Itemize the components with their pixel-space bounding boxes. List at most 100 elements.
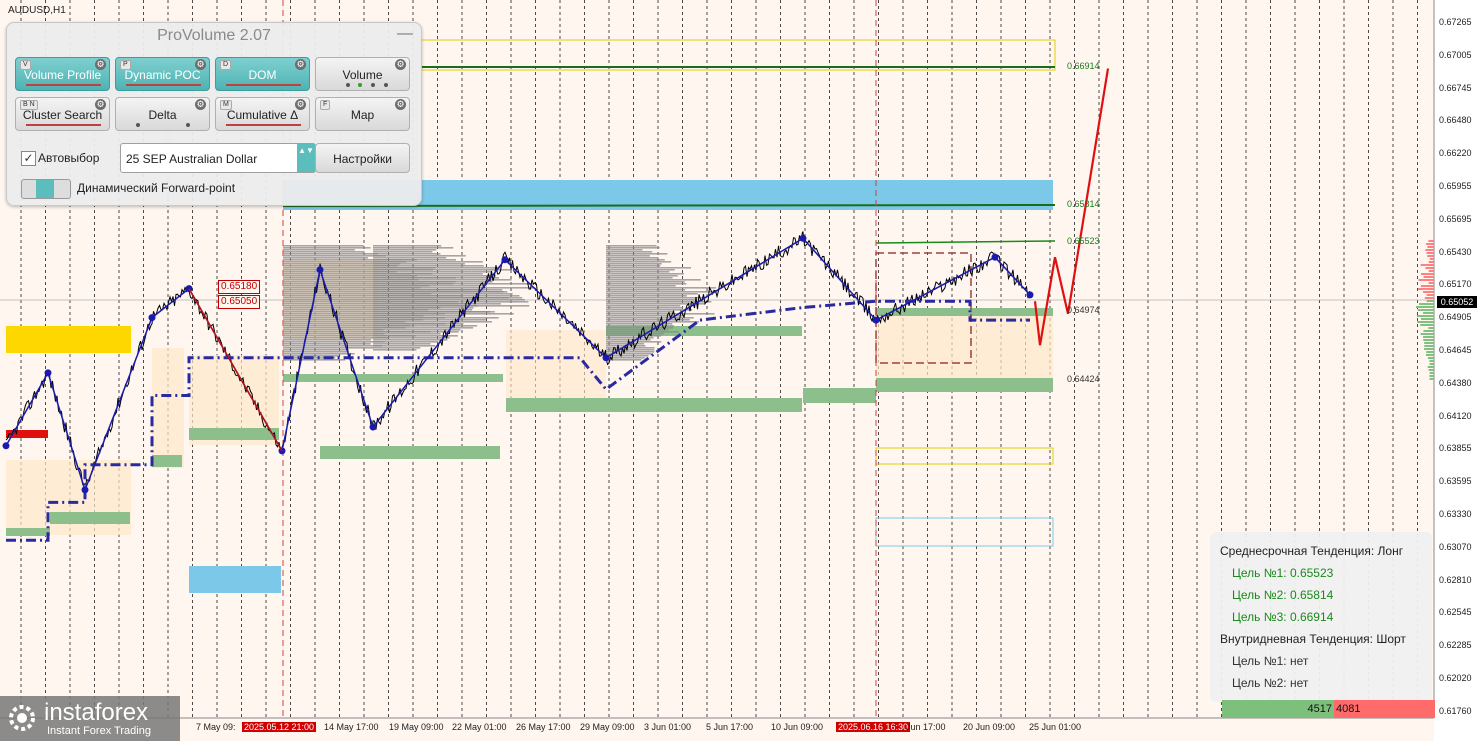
autoselect-checkbox[interactable]: ✓ [21, 151, 36, 166]
price-tick: 0.66480 [1439, 115, 1472, 126]
hotkey-badge: V [20, 60, 31, 70]
volume-profile-bar [606, 251, 653, 253]
volume-profile-bar [373, 309, 473, 311]
dom-bar [1426, 243, 1434, 245]
dom-bar [1417, 309, 1434, 311]
date-tick: 7 May 09: [196, 722, 236, 732]
minimize-button[interactable]: — [397, 25, 413, 43]
autoselect-label: Автовыбор [38, 151, 100, 165]
volume-profile-bar [606, 281, 685, 283]
volume-button[interactable]: ⚙ Volume [315, 57, 410, 91]
volume-profile-bar [373, 265, 484, 267]
dom-bar [1423, 339, 1434, 341]
map-button[interactable]: F ⚙ Map [315, 97, 410, 131]
delta-button[interactable]: ⚙ Delta [115, 97, 210, 131]
instrument-select[interactable]: 25 SEP Australian Dollar ▲▼ [120, 143, 316, 173]
mid-target-3: Цель №3: 0.66914 [1232, 610, 1334, 624]
volume-profile-bar [373, 285, 487, 287]
cluster-search-button[interactable]: B N ⚙ Cluster Search [15, 97, 110, 131]
gear-icon[interactable]: ⚙ [195, 99, 206, 110]
volume-profile-bar [606, 335, 661, 337]
dom-bar [1427, 357, 1434, 359]
gear-icon[interactable]: ⚙ [95, 59, 106, 70]
gear-icon[interactable]: ⚙ [295, 99, 306, 110]
panel-title: ProVolume 2.07 [157, 27, 271, 44]
volume-profile-bar [373, 307, 474, 309]
price-tick: 0.63070 [1439, 541, 1472, 552]
gear-icon[interactable]: ⚙ [395, 59, 406, 70]
instrument-value: 25 SEP Australian Dollar [126, 152, 258, 166]
dom-bar [1427, 366, 1434, 368]
dom-bar [1428, 261, 1434, 263]
gear-icon[interactable]: ⚙ [195, 59, 206, 70]
gear-icon[interactable]: ⚙ [395, 99, 406, 110]
dom-bar [1428, 327, 1434, 329]
volume-profile-bar [283, 337, 388, 339]
price-tick: 0.67005 [1439, 49, 1472, 60]
volume-profile-bar [373, 271, 492, 273]
volume-profile-bar [283, 341, 385, 343]
level-label: 0.64974 [1067, 305, 1100, 315]
level-label: 0.64424 [1067, 374, 1100, 384]
volume-profile-bar [606, 317, 694, 319]
zigzag-point [278, 447, 286, 455]
red-price-label: 0.65050 [218, 295, 261, 309]
volume-profile-bar [373, 289, 484, 291]
volume-profile-bar [373, 319, 486, 321]
volume-profile-bar [373, 325, 478, 327]
spin-arrows-icon[interactable]: ▲▼ [297, 144, 315, 172]
volume-profile-bar [373, 291, 504, 293]
volume-profile-button[interactable]: V ⚙ Volume Profile [15, 57, 110, 91]
volume-profile-bar [373, 349, 417, 351]
price-tick: 0.63855 [1439, 443, 1472, 454]
price-tick: 0.66745 [1439, 82, 1472, 93]
volume-profile-bar [606, 271, 670, 273]
dom-bar [1420, 324, 1434, 326]
volume-profile-bar [373, 331, 459, 333]
volume-profile-bar [606, 257, 659, 259]
zigzag-point [501, 256, 509, 264]
volume-profile-bar [373, 347, 421, 349]
dynamic-poc-button[interactable]: P ⚙ Dynamic POC [115, 57, 210, 91]
date-tick: 5 Jun 17:00 [706, 722, 754, 732]
zigzag-point [185, 285, 193, 293]
volume-profile-bar [373, 277, 500, 279]
settings-button[interactable]: Настройки [315, 143, 410, 173]
zigzag-point [2, 442, 10, 450]
cumulative-delta-button[interactable]: M ⚙ Cumulative Δ [215, 97, 310, 131]
date-tick: 2025.05.12 21:00 [242, 722, 317, 732]
gear-icon[interactable]: ⚙ [95, 99, 106, 110]
volume-profile-bar [606, 283, 687, 285]
volume-profile-bar [606, 259, 665, 261]
dom-bar [1423, 312, 1434, 314]
volume-profile-bar [606, 325, 674, 327]
volume-profile-bar [373, 303, 501, 305]
price-tick: 0.64645 [1439, 345, 1472, 355]
volume-profile-bar [373, 293, 513, 295]
gear-icon[interactable]: ⚙ [295, 59, 306, 70]
dom-button[interactable]: D ⚙ DOM [215, 57, 310, 91]
dom-bar [1426, 351, 1434, 353]
forward-point-label: Динамический Forward-point [77, 181, 236, 195]
zigzag-point [1026, 291, 1034, 299]
instaforex-logo: instaforex Instant Forex Trading [0, 696, 180, 741]
dom-bar [1429, 363, 1434, 365]
price-tick: 0.66220 [1439, 148, 1472, 159]
volume-profile-bar [606, 263, 662, 265]
volume-profile-bar [373, 247, 454, 249]
logo-tagline: Instant Forex Trading [47, 725, 151, 737]
price-tick: 0.63595 [1439, 476, 1472, 487]
volume-profile-bar [606, 261, 672, 263]
button-label: Delta [148, 108, 177, 122]
dom-bar [1429, 375, 1434, 377]
volume-profile-bar [373, 299, 525, 301]
volume-profile-bar [373, 273, 483, 275]
volume-profile-bar [373, 321, 492, 323]
button-label: Volume Profile [23, 68, 102, 82]
volume-profile-bar [606, 297, 705, 299]
button-label: Volume [342, 68, 383, 82]
volume-profile-bar [283, 349, 349, 351]
forward-point-toggle[interactable] [21, 179, 71, 199]
date-tick: 22 May 01:00 [452, 722, 507, 732]
date-tick: Jun 17:00 [906, 722, 946, 732]
